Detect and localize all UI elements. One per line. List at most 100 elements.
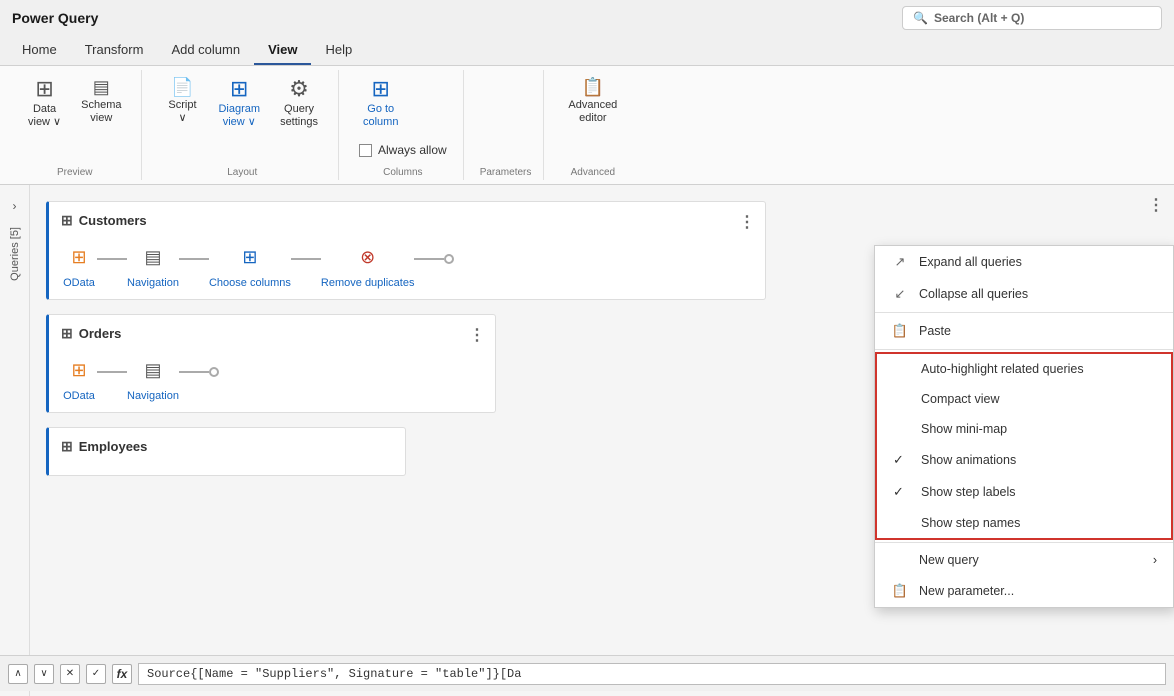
app-title: Power Query (12, 10, 98, 26)
up-button[interactable]: ∧ (8, 664, 28, 684)
data-view-label: Dataview ∨ (28, 103, 61, 129)
orders-step-connector-1 (97, 371, 127, 373)
ctx-collapse-all[interactable]: ↙ Collapse all queries (875, 278, 1173, 310)
customers-step-nav[interactable]: ▤ Navigation (127, 239, 179, 289)
orders-steps-row: ⊞ OData ▤ Navigation (61, 352, 483, 402)
advanced-editor-button[interactable]: 📋 Advancededitor (560, 74, 625, 129)
go-to-column-button[interactable]: ⊞ Go tocolumn (355, 74, 406, 133)
customers-table-icon: ⊞ (61, 212, 73, 229)
ctx-show-step-labels[interactable]: ✓ Show step labels (877, 476, 1171, 508)
search-icon: 🔍 (913, 11, 928, 25)
query-settings-icon: ⚙ (289, 78, 309, 100)
ctx-highlighted-section: Auto-highlight related queries Compact v… (875, 352, 1173, 540)
customers-steps-row: ⊞ OData ▤ Navigation ⊞ Choose columns (61, 239, 753, 289)
ctx-auto-highlight-label: Auto-highlight related queries (921, 362, 1084, 376)
ctx-new-query[interactable]: New query › (875, 545, 1173, 575)
ribbon-group-advanced: 📋 Advancededitor Advanced (548, 70, 637, 180)
customers-card: ⊞ Customers ⋮ ⊞ OData ▤ Navigation (46, 201, 766, 300)
customers-step-odata[interactable]: ⊞ OData (61, 239, 97, 289)
new-parameter-icon: 📋 (891, 583, 909, 599)
always-allow-label: Always allow (378, 143, 447, 157)
ctx-new-parameter[interactable]: 📋 New parameter... (875, 575, 1173, 607)
advanced-group-label: Advanced (571, 167, 615, 180)
check-button[interactable]: ✓ (86, 664, 106, 684)
employees-card-menu[interactable]: ⋮ (1148, 195, 1164, 215)
orders-card: ⊞ Orders ⋮ ⊞ OData ▤ Navigation (46, 314, 496, 413)
customers-step-choose-col[interactable]: ⊞ Choose columns (209, 239, 291, 289)
bottom-bar: ∧ ∨ ✕ ✓ fx Source{[Name = "Suppliers", S… (0, 655, 1174, 691)
employees-name: Employees (79, 439, 148, 454)
ctx-paste-label: Paste (919, 324, 951, 338)
orders-odata-label: OData (63, 390, 95, 402)
fx-button[interactable]: fx (112, 664, 132, 684)
diagram-area: ⊞ Customers ⋮ ⊞ OData ▤ Navigation (30, 185, 1174, 696)
orders-step-nav[interactable]: ▤ Navigation (127, 352, 179, 402)
orders-step-odata[interactable]: ⊞ OData (61, 352, 97, 402)
ctx-auto-highlight[interactable]: Auto-highlight related queries (877, 354, 1171, 384)
ctx-show-step-names[interactable]: Show step names (877, 508, 1171, 538)
menu-bar: Home Transform Add column View Help (0, 36, 1174, 66)
delete-button[interactable]: ✕ (60, 664, 80, 684)
show-step-labels-check: ✓ (893, 484, 911, 500)
orders-odata-icon: ⊞ (61, 352, 97, 388)
parameters-group-label: Parameters (480, 167, 532, 180)
diagram-view-button[interactable]: ⊞ Diagramview ∨ (210, 74, 268, 133)
menu-add-column[interactable]: Add column (157, 36, 254, 65)
always-allow-checkbox[interactable]: Always allow (355, 137, 451, 163)
paste-icon: 📋 (891, 323, 909, 339)
ctx-expand-all[interactable]: ↗ Expand all queries (875, 246, 1173, 278)
ctx-new-parameter-label: New parameter... (919, 584, 1014, 598)
diagram-view-label: Diagramview ∨ (218, 103, 260, 129)
script-view-button[interactable]: 📄 Script∨ (158, 74, 206, 129)
data-view-button[interactable]: ⊞ Dataview ∨ (20, 74, 69, 133)
ctx-compact-view[interactable]: Compact view (877, 384, 1171, 414)
customers-header: ⊞ Customers ⋮ (61, 212, 753, 229)
ctx-show-animations-label: Show animations (921, 453, 1016, 467)
formula-bar[interactable]: Source{[Name = "Suppliers", Signature = … (138, 663, 1166, 685)
sidebar-collapse-button[interactable]: › (9, 195, 21, 217)
ribbon-group-preview: ⊞ Dataview ∨ ▤ Schemaview Preview (8, 70, 142, 180)
query-settings-button[interactable]: ⚙ Querysettings (272, 74, 326, 133)
menu-view[interactable]: View (254, 36, 311, 65)
search-box[interactable]: 🔍 Search (Alt + Q) (902, 6, 1162, 30)
schema-view-icon: ▤ (93, 78, 110, 96)
menu-help[interactable]: Help (311, 36, 366, 65)
ctx-divider-3 (875, 542, 1173, 543)
orders-step-connector-2 (179, 371, 209, 373)
ctx-paste[interactable]: 📋 Paste (875, 315, 1173, 347)
customers-step-remove-dup[interactable]: ⊗ Remove duplicates (321, 239, 415, 289)
ribbon-group-parameters: Parameters (468, 70, 545, 180)
customers-card-menu[interactable]: ⋮ (739, 212, 755, 232)
orders-step-end-dot (209, 367, 219, 377)
new-query-arrow: › (1153, 553, 1157, 567)
diagram-view-icon: ⊞ (230, 78, 248, 100)
odata-icon: ⊞ (61, 239, 97, 275)
menu-transform[interactable]: Transform (71, 36, 158, 65)
context-menu: ↗ Expand all queries ↙ Collapse all quer… (874, 245, 1174, 608)
employees-table-icon: ⊞ (61, 438, 73, 455)
orders-card-menu[interactable]: ⋮ (469, 325, 485, 345)
down-button[interactable]: ∨ (34, 664, 54, 684)
schema-view-button[interactable]: ▤ Schemaview (73, 74, 129, 129)
remove-dup-label: Remove duplicates (321, 277, 415, 289)
script-icon: 📄 (171, 78, 193, 96)
ctx-show-mini-map[interactable]: Show mini-map (877, 414, 1171, 444)
show-animations-check: ✓ (893, 452, 911, 468)
ctx-collapse-all-label: Collapse all queries (919, 287, 1028, 301)
step-connector-4 (414, 258, 444, 260)
ctx-show-animations[interactable]: ✓ Show animations (877, 444, 1171, 476)
menu-home[interactable]: Home (8, 36, 71, 65)
columns-group-label: Columns (383, 167, 422, 180)
data-view-icon: ⊞ (35, 78, 53, 100)
preview-group-label: Preview (57, 167, 93, 180)
go-to-column-label: Go tocolumn (363, 103, 398, 129)
step-connector-2 (179, 258, 209, 260)
ribbon: ⊞ Dataview ∨ ▤ Schemaview Preview 📄 Scri… (0, 66, 1174, 185)
ctx-expand-all-label: Expand all queries (919, 255, 1022, 269)
employees-card: ⊞ Employees ⋮ (46, 427, 406, 476)
ctx-show-mini-map-label: Show mini-map (921, 422, 1007, 436)
odata-label: OData (63, 277, 95, 289)
sidebar-label: Queries [5] (9, 227, 21, 281)
nav-label: Navigation (127, 277, 179, 289)
search-placeholder: Search (Alt + Q) (934, 11, 1024, 25)
